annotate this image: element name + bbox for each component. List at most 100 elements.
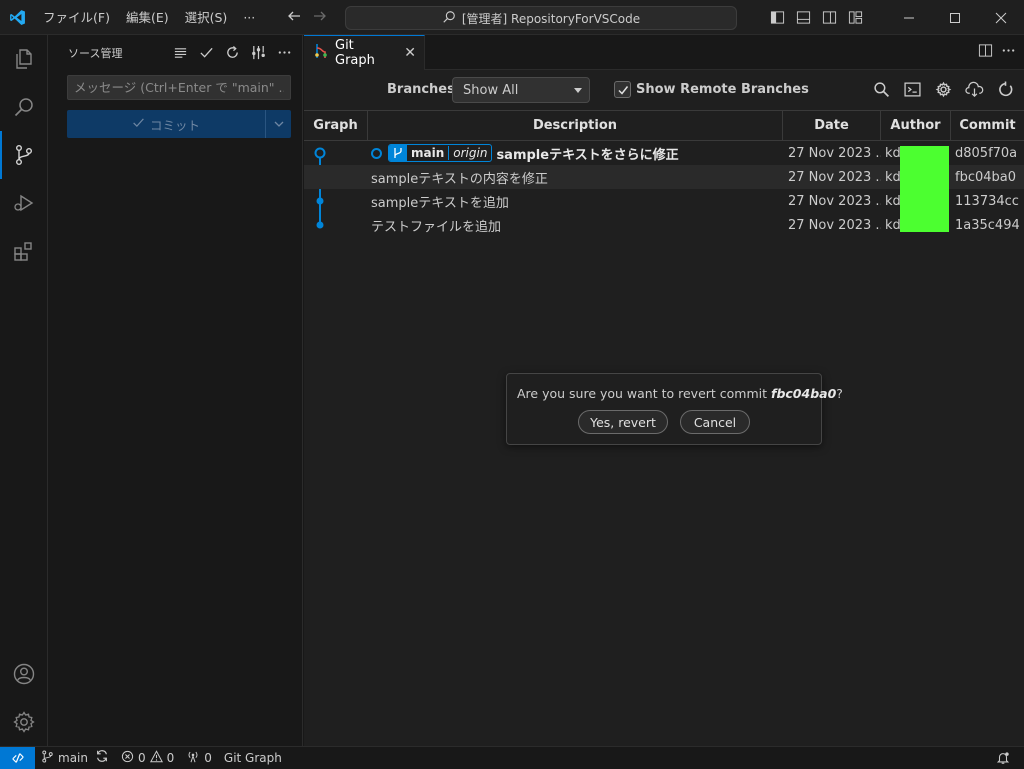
header-description[interactable]: Description [368,111,783,140]
git-graph-status[interactable]: Git Graph [218,747,288,769]
broadcast-icon [186,750,200,766]
remote-indicator-icon[interactable] [0,746,35,769]
tab-label: Git Graph [335,38,375,68]
customize-layout-icon[interactable] [842,0,868,35]
vscode-logo-icon [0,0,35,35]
commit-hash: 1a35c494 [955,217,1020,233]
cancel-button[interactable]: Cancel [680,410,750,434]
search-view-icon[interactable] [0,83,48,131]
menu-edit[interactable]: 編集(E) [118,0,177,35]
tab-bar: Git Graph ✕ [304,35,1024,70]
problems-status[interactable]: 0 0 [115,747,180,769]
commit-button[interactable]: コミット [67,110,291,138]
editor-area: Git Graph ✕ Branches: Show All Show Remo… [304,35,1024,746]
error-count: 0 [137,750,146,765]
branches-label: Branches: [387,82,461,97]
header-commit[interactable]: Commit [951,111,1024,140]
extensions-icon[interactable] [0,227,48,275]
branch-name: main [58,750,88,765]
commit-description: テストファイルを追加 [371,219,502,235]
minimize-button[interactable] [886,0,932,35]
find-search-icon[interactable] [870,78,892,100]
view-as-list-icon[interactable] [170,42,190,64]
dropdown-caret-icon [574,88,582,93]
commit-check-icon [132,116,145,132]
command-center-label: [管理者] RepositoryForVSCode [461,11,641,26]
commit-description: sampleテキストをさらに修正 [496,147,679,163]
revert-confirm-dialog: Are you sure you want to revert commit f… [506,373,843,445]
search-icon [442,10,456,27]
show-remote-branches-label[interactable]: Show Remote Branches [636,82,809,97]
ports-status[interactable]: 0 [180,747,218,769]
forward-arrow-icon[interactable] [312,8,328,28]
notifications-bell-icon[interactable] [996,747,1010,769]
more-actions-icon[interactable] [274,42,294,64]
source-control-icon[interactable] [0,131,48,179]
menu-more[interactable]: ··· [235,0,263,35]
branch-status[interactable]: main [35,747,115,769]
explorer-icon[interactable] [0,35,48,83]
header-author[interactable]: Author [881,111,951,140]
source-control-sidebar: ソース管理 コミット [48,35,303,746]
warning-count: 0 [166,750,175,765]
author-redaction [900,146,949,232]
commit-hash: 113734cc [955,193,1019,209]
dialog-message: Are you sure you want to revert commit f… [517,386,843,401]
refresh-graph-icon[interactable] [994,78,1016,100]
header-graph[interactable]: Graph [304,111,368,140]
back-arrow-icon[interactable] [286,8,302,28]
editor-more-actions-icon[interactable] [1001,43,1016,62]
commit-table: Graph Description Date Author Commit mai… [304,110,1024,237]
git-graph-tab-icon [314,43,328,63]
branches-dropdown[interactable]: Show All [452,77,590,103]
branch-badge-origin: origin [448,146,492,160]
close-window-button[interactable] [978,0,1024,35]
menu-selection[interactable]: 選択(S) [177,0,236,35]
commit-date: 27 Nov 2023 ... [788,145,881,161]
command-center[interactable]: [管理者] RepositoryForVSCode [345,6,737,30]
commit-date: 27 Nov 2023 ... [788,169,881,185]
commit-description: sampleテキストの内容を修正 [371,171,548,187]
commit-description: sampleテキストを追加 [371,195,509,211]
commit-message-input[interactable] [67,75,291,100]
menu-file[interactable]: ファイル(F) [35,0,118,35]
show-remote-branches-checkbox[interactable] [614,81,631,98]
toggle-panel-icon[interactable] [790,0,816,35]
tab-close-icon[interactable]: ✕ [404,45,416,61]
commit-hash: d805f70a [955,145,1018,161]
toggle-primary-sidebar-icon[interactable] [764,0,790,35]
status-bar: main 0 0 0 Git Graph [0,746,1024,769]
activity-bar [0,35,48,746]
split-editor-icon[interactable] [978,43,993,62]
git-graph-controls: Branches: Show All Show Remote Branches [304,70,1024,110]
branch-badge-main: main [407,146,449,160]
branches-dropdown-value: Show All [463,82,519,98]
head-indicator-icon [371,147,382,159]
git-branch-icon [41,749,54,766]
branch-icon [389,145,407,161]
sync-icon[interactable] [95,749,109,766]
toggle-secondary-sidebar-icon[interactable] [816,0,842,35]
header-date[interactable]: Date [783,111,881,140]
tab-git-graph[interactable]: Git Graph ✕ [304,35,425,70]
table-header: Graph Description Date Author Commit [304,110,1024,141]
settings-gear-icon[interactable] [0,698,48,746]
commit-hash: fbc04ba0 [955,169,1017,185]
git-graph-view-icon[interactable] [248,42,268,64]
accounts-icon[interactable] [0,650,48,698]
fetch-cloud-icon[interactable] [963,78,985,100]
commit-date: 27 Nov 2023 ... [788,217,881,233]
error-icon [121,750,134,766]
commit-date: 27 Nov 2023 ... [788,193,881,209]
run-debug-icon[interactable] [0,179,48,227]
commit-check-icon[interactable] [196,42,216,64]
terminal-icon[interactable] [901,78,923,100]
dialog-commit-hash: fbc04ba0 [771,386,837,401]
commit-button-label: コミット [149,117,200,133]
yes-revert-button[interactable]: Yes, revert [578,410,668,434]
maximize-button[interactable] [932,0,978,35]
branch-badge[interactable]: main origin [388,144,493,162]
repo-settings-gear-icon[interactable] [932,78,954,100]
commit-dropdown-chevron-icon[interactable] [265,110,291,138]
refresh-icon[interactable] [222,42,242,64]
